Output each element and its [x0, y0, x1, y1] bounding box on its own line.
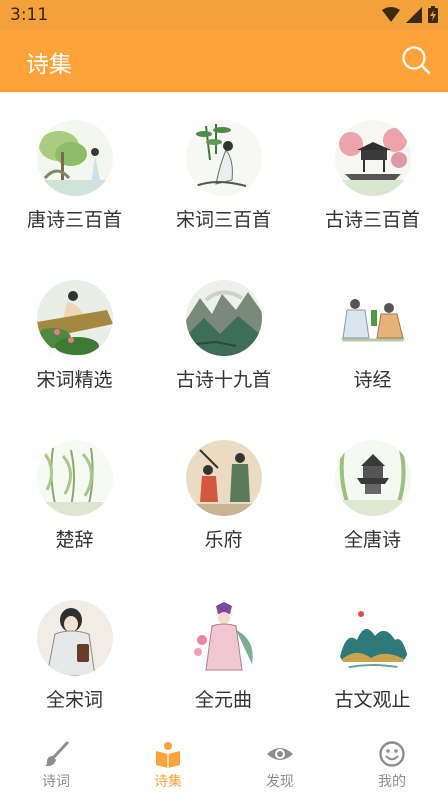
- tab-collections[interactable]: 诗集: [112, 728, 224, 796]
- tab-label: 诗词: [42, 774, 70, 790]
- collection-item-song-ci-300[interactable]: 宋词三百首: [149, 92, 298, 252]
- collection-image: [37, 120, 113, 196]
- collection-item-gushi-300[interactable]: 古诗三百首: [298, 92, 447, 252]
- collection-image: [335, 600, 411, 676]
- collection-image: [186, 280, 262, 356]
- collection-label: 唐诗三百首: [26, 209, 122, 231]
- collection-item-yuefu[interactable]: 乐府: [149, 412, 298, 572]
- tab-mine[interactable]: 我的: [336, 728, 448, 796]
- collection-item-guwen-guanzhi[interactable]: 古文观止: [298, 572, 447, 732]
- collection-image: [37, 440, 113, 516]
- collection-item-gushi-19[interactable]: 古诗十九首: [149, 252, 298, 412]
- collection-label: 诗经: [353, 369, 392, 391]
- collection-label: 宋词精选: [36, 369, 113, 391]
- collection-item-song-ci-selected[interactable]: 宋词精选: [0, 252, 149, 412]
- collection-image: [37, 600, 113, 676]
- collection-item-chuci[interactable]: 楚辞: [0, 412, 149, 572]
- app-bar: 诗集: [0, 30, 448, 92]
- collection-item-quan-tang-shi[interactable]: 全唐诗: [298, 412, 447, 572]
- collection-label: 乐府: [204, 529, 243, 551]
- collection-label: 楚辞: [55, 529, 94, 551]
- battery-icon: [428, 6, 438, 23]
- brush-icon: [45, 741, 69, 767]
- collection-image: [335, 280, 411, 356]
- collection-image: [186, 120, 262, 196]
- collection-image: [335, 120, 411, 196]
- page-title: 诗集: [26, 52, 72, 78]
- tab-label: 我的: [378, 774, 406, 790]
- search-icon[interactable]: [400, 44, 432, 76]
- collection-label: 全宋词: [45, 689, 103, 711]
- collection-label: 古诗三百首: [324, 209, 420, 231]
- collection-item-quan-song-ci[interactable]: 全宋词: [0, 572, 149, 732]
- collection-item-quan-yuan-qu[interactable]: 全元曲: [149, 572, 298, 732]
- collection-image: [335, 440, 411, 516]
- collection-image: [186, 600, 262, 676]
- status-time: 3:11: [10, 5, 49, 25]
- book-icon: [156, 742, 180, 768]
- eye-icon: [267, 748, 293, 760]
- collection-label: 全元曲: [194, 689, 252, 711]
- collection-item-shijing[interactable]: 诗经: [298, 252, 447, 412]
- collection-image: [186, 440, 262, 516]
- tab-label: 发现: [266, 774, 294, 790]
- collection-label: 古诗十九首: [175, 369, 271, 391]
- signal-icon: [406, 6, 422, 23]
- tab-poems[interactable]: 诗词: [0, 728, 112, 796]
- wifi-icon: [382, 6, 400, 22]
- collection-label: 宋词三百首: [175, 209, 271, 231]
- collection-label: 全唐诗: [343, 529, 401, 551]
- tab-discover[interactable]: 发现: [224, 728, 336, 796]
- collection-item-tang-300[interactable]: 唐诗三百首: [0, 92, 149, 252]
- smiley-icon: [379, 741, 405, 767]
- tab-label: 诗集: [154, 774, 182, 790]
- bottom-tab-bar: 诗词 诗集 发现 我的: [0, 728, 448, 796]
- collection-label: 古文观止: [334, 689, 411, 711]
- collection-grid: 唐诗三百首 宋词三百首 古诗三百首 宋词精选 古诗十九首 诗经 楚辞 乐府 全唐…: [0, 92, 448, 728]
- status-bar: 3:11: [0, 0, 448, 30]
- collection-image: [37, 280, 113, 356]
